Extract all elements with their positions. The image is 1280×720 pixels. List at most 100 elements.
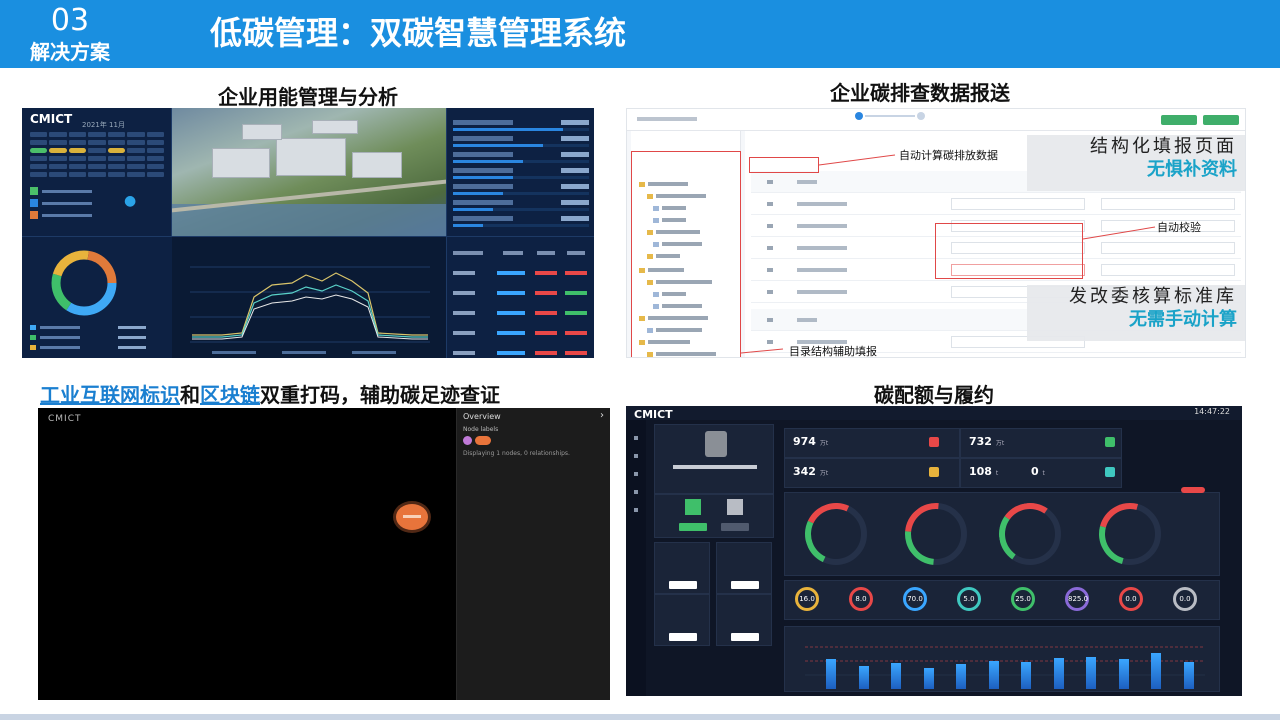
chevron-right-icon[interactable]: › xyxy=(600,410,604,421)
energy-table xyxy=(446,236,594,358)
cmict-logo: CMICT xyxy=(30,112,73,126)
quota-bar-chart xyxy=(784,626,1220,692)
status-button[interactable] xyxy=(679,523,707,531)
stat-card: 974 万t xyxy=(784,428,960,458)
action-button[interactable] xyxy=(731,633,759,641)
energy-stats-list xyxy=(446,108,594,236)
quota-topbar: CMICT 14:47:22 xyxy=(626,406,1242,421)
title-and: 和 xyxy=(180,383,200,407)
stat-card: 342 万t xyxy=(784,458,960,488)
cube-icon xyxy=(685,499,701,515)
report-form-screenshot: 自动计算碳排放数据 自动校验 目录结构辅助填报 结构化填报页面 无惧补资料 发改… xyxy=(626,108,1246,358)
stat-value: 342 xyxy=(793,465,816,478)
action-card xyxy=(716,542,772,594)
stat-unit: 万t xyxy=(995,440,1005,447)
nav-icon[interactable] xyxy=(634,454,638,458)
title-highlight-identifier[interactable]: 工业互联网标识 xyxy=(40,383,180,407)
quota-bar[interactable] xyxy=(956,664,967,689)
overlay-line-1: 结构化填报页面 xyxy=(1090,136,1237,157)
node-labels-heading: Node labels xyxy=(463,426,499,433)
ring-metric: 0.0 xyxy=(1173,587,1197,611)
section-number: 03 xyxy=(50,3,90,38)
blockchain-panel-title: 工业互联网标识和区块链双重打码，辅助碳足迹查证 xyxy=(40,382,500,408)
stat-unit: t xyxy=(995,470,999,477)
quota-bar[interactable] xyxy=(1086,657,1097,689)
graph-node[interactable] xyxy=(396,504,428,530)
rocket-icon xyxy=(1105,467,1115,477)
page-title: 低碳管理：双碳智慧管理系统 xyxy=(210,14,627,52)
report-panel-title: 企业碳排查数据报送 xyxy=(830,81,1010,105)
nav-icon[interactable] xyxy=(634,436,638,440)
section-box: 03 解决方案 xyxy=(0,0,140,68)
quota-dashboard-screenshot: CMICT 14:47:22 974 万t 732 万t 342 万t 108 … xyxy=(626,406,1242,696)
nav-icon[interactable] xyxy=(634,472,638,476)
calendar-widget: CMICT 2021年 11月 ● xyxy=(22,108,172,236)
legend xyxy=(30,186,92,222)
action-button[interactable] xyxy=(669,633,697,641)
quota-bar[interactable] xyxy=(891,663,902,689)
stat-unit: 万t xyxy=(819,440,829,447)
displaying-count: Displaying 1 nodes, 0 relationships. xyxy=(463,450,570,457)
title-highlight-blockchain[interactable]: 区块链 xyxy=(200,383,260,407)
stat-value: 974 xyxy=(793,435,816,448)
overview-sidebar: Overview › Node labels Displaying 1 node… xyxy=(456,408,610,700)
status-card xyxy=(654,494,774,538)
tree-callout: 目录结构辅助填报 xyxy=(789,345,877,358)
footer-bar xyxy=(0,714,1280,720)
quota-bar[interactable] xyxy=(988,661,999,689)
quota-bar[interactable] xyxy=(1151,653,1162,689)
energy-donut-chart xyxy=(22,236,172,358)
nav-icon[interactable] xyxy=(634,508,638,512)
quota-bar[interactable] xyxy=(923,668,934,689)
stat-value: 108 xyxy=(969,465,992,478)
ring-metric: 16.0 xyxy=(795,587,819,611)
quota-bar[interactable] xyxy=(1183,662,1194,689)
auto-calc-callout: 自动计算碳排放数据 xyxy=(899,149,998,162)
cube-icon xyxy=(727,499,743,515)
structured-form-overlay: 结构化填报页面 无惧补资料 xyxy=(1027,135,1245,191)
toggle[interactable] xyxy=(1181,487,1205,493)
battery-icon xyxy=(1105,437,1115,447)
quota-bar[interactable] xyxy=(1021,662,1032,689)
ring-row: 16.0 8.0 70.0 5.0 25.0 825.0 0.0 0.0 xyxy=(784,580,1220,620)
nav-icon[interactable] xyxy=(634,490,638,494)
stat-value: 732 xyxy=(969,435,992,448)
action-card xyxy=(654,542,710,594)
overlay-line-2: 无惧补资料 xyxy=(1147,159,1237,180)
quota-bar[interactable] xyxy=(858,666,869,689)
flame-icon xyxy=(929,437,939,447)
ring-metric: 25.0 xyxy=(1011,587,1035,611)
action-card xyxy=(716,594,772,646)
ring-metric: 8.0 xyxy=(849,587,873,611)
quota-panel-title: 碳配额与履约 xyxy=(874,383,994,407)
quota-bar[interactable] xyxy=(1053,658,1064,689)
bar-series xyxy=(815,635,1205,689)
action-button[interactable] xyxy=(669,581,697,589)
gauge xyxy=(892,490,980,578)
company-avatar xyxy=(705,431,727,457)
gauge xyxy=(994,498,1066,570)
ring-metric: 5.0 xyxy=(957,587,981,611)
gauge-row xyxy=(784,487,1220,578)
cmict-logo: CMICT xyxy=(48,414,82,424)
ring-metric: 825.0 xyxy=(1065,587,1089,611)
label-badge[interactable] xyxy=(475,436,491,445)
header-bar: 03 解决方案 低碳管理：双碳智慧管理系统 xyxy=(0,0,1280,68)
overview-heading: Overview xyxy=(463,412,501,421)
company-card xyxy=(654,424,774,494)
side-nav xyxy=(626,420,646,696)
stat-card: 108 t 0 t xyxy=(960,458,1122,488)
action-button[interactable] xyxy=(731,581,759,589)
gauge xyxy=(796,494,876,574)
calendar-grid xyxy=(30,132,164,177)
slide: 03 解决方案 低碳管理：双碳智慧管理系统 企业用能管理与分析 企业碳排查数据报… xyxy=(0,0,1280,720)
quota-bar[interactable] xyxy=(1118,659,1129,689)
overlay-line-2: 无需手动计算 xyxy=(1129,309,1237,330)
label-badge[interactable] xyxy=(463,436,472,445)
action-card xyxy=(654,594,710,646)
overlay-line-1: 发改委核算标准库 xyxy=(1069,286,1237,307)
stat-value: 0 xyxy=(1031,465,1039,478)
quota-bar[interactable] xyxy=(826,659,837,689)
status-button[interactable] xyxy=(721,523,749,531)
energy-dashboard-screenshot: CMICT 2021年 11月 ● xyxy=(22,108,594,358)
